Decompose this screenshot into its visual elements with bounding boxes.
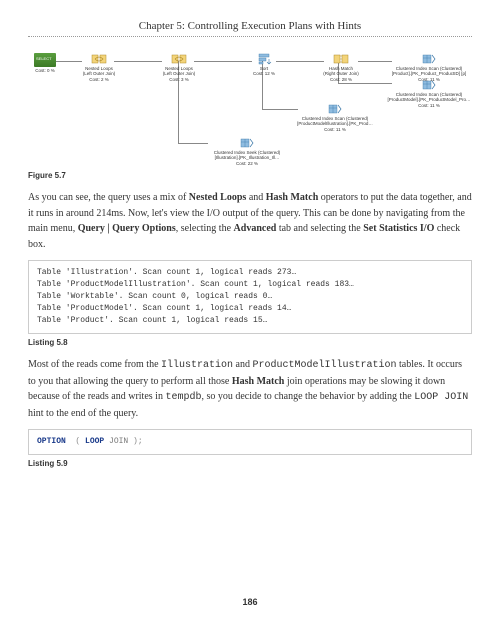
text: and (233, 359, 252, 370)
listing-caption-1: Listing 5.8 (28, 338, 472, 347)
clustered-index-scan-icon (421, 53, 437, 65)
text: , so you decide to change the behavior b… (201, 391, 414, 402)
inline-code: ProductModelIllustration (253, 360, 397, 371)
plan-label: [ProductModelIllustration].[PK_Prod… (292, 121, 378, 126)
plan-label: [Product].[PK_Product_ProductID] [p] (386, 71, 472, 76)
plan-label: Cost: 11 % (386, 103, 472, 108)
code-listing-1: Table 'Illustration'. Scan count 1, logi… (28, 260, 472, 334)
clustered-index-scan-icon (327, 103, 343, 115)
bold-text: Advanced (234, 223, 277, 234)
clustered-index-seek-icon (239, 137, 255, 149)
figure-caption: Figure 5.7 (28, 171, 472, 180)
code-keyword: LOOP (85, 437, 104, 446)
plan-node-hash-match: Hash Match (Right Outer Join) Cost: 28 % (318, 53, 364, 82)
plan-label: (Right Outer Join) (318, 71, 364, 76)
code-line: Table 'ProductModel'. Scan count 1, logi… (37, 304, 291, 313)
text: Most of the reads come from the (28, 359, 161, 370)
plan-label: Cost: 28 % (318, 77, 364, 82)
inline-code: tempdb (165, 392, 201, 403)
nested-loops-icon (91, 53, 107, 65)
plan-label: (Left Outer Join) (76, 71, 122, 76)
plan-node-clustered-index-seek-4: Clustered Index Seek (Clustered) [Illust… (202, 137, 292, 166)
plan-label: [Illustration].[PK_Illustration_Ill… (202, 155, 292, 160)
plan-label: Cost: 22 % (202, 161, 292, 166)
listing-caption-2: Listing 5.9 (28, 459, 472, 468)
plan-label: (Left Outer Join) (156, 71, 202, 76)
text: hint to the end of the query. (28, 408, 138, 419)
plan-node-nested-loops-1: Nested Loops (Left Outer Join) Cost: 2 % (76, 53, 122, 82)
chapter-title: Chapter 5: Controlling Execution Plans w… (28, 20, 472, 32)
text: , selecting the (176, 223, 234, 234)
plan-label: Cost: 0 % (30, 68, 60, 73)
inline-code: Illustration (161, 360, 233, 371)
plan-label: Cost: 11 % (292, 127, 378, 132)
paragraph-2: Most of the reads come from the Illustra… (28, 357, 472, 421)
plan-node-sort: Sort Cost: 12 % (246, 53, 282, 77)
clustered-index-scan-icon (421, 79, 437, 91)
sort-icon (256, 53, 272, 65)
code-keyword: OPTION (37, 437, 66, 446)
code-line: Table 'Illustration'. Scan count 1, logi… (37, 268, 296, 277)
plan-node-clustered-index-scan-3: Clustered Index Scan (Clustered) [Produc… (292, 103, 378, 132)
nested-loops-icon (171, 53, 187, 65)
select-icon (34, 53, 56, 67)
plan-label: [ProductModel].[PK_ProductModel_Pro… (386, 97, 472, 102)
bold-text: Hash Match (232, 376, 285, 387)
plan-node-clustered-index-scan-2: Clustered Index Scan (Clustered) [Produc… (386, 79, 472, 108)
execution-plan-diagram: Cost: 0 % Nested Loops (Left Outer Join)… (28, 47, 472, 167)
plan-label: Cost: 12 % (246, 71, 282, 76)
code-line: Table 'Worktable'. Scan count 0, logical… (37, 292, 272, 301)
bold-text: Set Statistics I/O (363, 223, 434, 234)
bold-text: Query | Query Options (78, 223, 176, 234)
page-number: 186 (0, 597, 500, 607)
code-line: Table 'ProductModelIllustration'. Scan c… (37, 280, 354, 289)
hash-match-icon (333, 53, 349, 65)
code-punct: ( (66, 437, 85, 446)
code-line: Table 'Product'. Scan count 1, logical r… (37, 316, 267, 325)
plan-node-clustered-index-scan-1: Clustered Index Scan (Clustered) [Produc… (386, 53, 472, 82)
plan-label: Cost: 2 % (76, 77, 122, 82)
header-divider (28, 36, 472, 37)
code-punct: ); (128, 437, 142, 446)
bold-text: Hash Match (266, 192, 319, 203)
paragraph-1: As you can see, the query uses a mix of … (28, 190, 472, 252)
code-listing-2: OPTION ( LOOP JOIN ); (28, 429, 472, 455)
inline-code: LOOP JOIN (414, 392, 468, 403)
text: and (246, 192, 265, 203)
text: tab and selecting the (276, 223, 363, 234)
plan-node-select: Cost: 0 % (30, 53, 60, 73)
plan-node-nested-loops-2: Nested Loops (Left Outer Join) Cost: 3 % (156, 53, 202, 82)
bold-text: Nested Loops (189, 192, 247, 203)
plan-label: Cost: 3 % (156, 77, 202, 82)
text: As you can see, the query uses a mix of (28, 192, 189, 203)
code-keyword: JOIN (104, 437, 128, 446)
